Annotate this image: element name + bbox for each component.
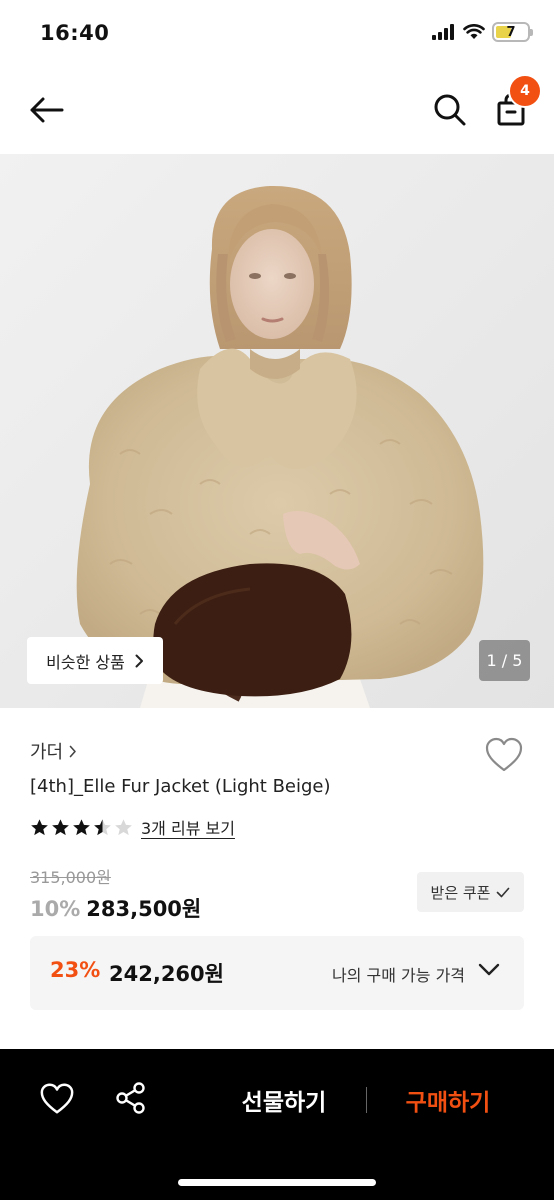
back-arrow-icon (30, 97, 64, 123)
share-button[interactable] (114, 1081, 152, 1119)
my-price-label: 나의 구매 가능 가격 (332, 966, 466, 985)
wishlist-button[interactable] (484, 736, 524, 774)
my-price-panel[interactable]: 23% 242,260원 나의 구매 가능 가격 (30, 936, 524, 1010)
product-photo (0, 154, 554, 708)
review-link[interactable]: 3개 리뷰 보기 (141, 815, 235, 839)
share-icon (116, 1082, 145, 1114)
wifi-icon (463, 24, 485, 39)
home-indicator (178, 1179, 376, 1186)
product-name: [4th]_Elle Fur Jacket (Light Beige) (30, 776, 331, 797)
check-icon (497, 887, 510, 897)
bottom-divider (366, 1087, 367, 1113)
search-button[interactable] (430, 90, 470, 130)
star-empty-icon (115, 818, 132, 835)
similar-products-label: 비슷한 상품 (46, 652, 125, 672)
similar-products-button[interactable]: 비슷한 상품 (27, 637, 163, 684)
my-price-discount: 23% (50, 958, 101, 982)
status-icons: 7 (432, 22, 533, 42)
top-nav (0, 66, 554, 154)
discount-rate: 10% (30, 897, 81, 921)
cart-count-badge: 4 (508, 74, 542, 108)
original-price: 315,000원 (30, 868, 111, 887)
my-price-amount: 242,260원 (109, 962, 224, 986)
star-half-icon (94, 818, 111, 835)
bottom-action-bar: 선물하기 구매하기 (0, 1049, 554, 1200)
status-bar: 16:40 7 (0, 0, 554, 66)
search-icon (434, 94, 466, 126)
coupon-label: 받은 쿠폰 (430, 883, 491, 902)
chevron-down-icon (478, 963, 500, 976)
rating-stars (30, 818, 133, 837)
battery-icon: 7 (492, 22, 533, 42)
back-button[interactable] (26, 90, 66, 130)
star-full-icon (31, 818, 48, 835)
coupon-button[interactable]: 받은 쿠폰 (417, 872, 524, 912)
product-image[interactable] (0, 154, 554, 708)
star-full-icon (73, 818, 90, 835)
bottom-wishlist-button[interactable] (38, 1081, 76, 1119)
rating-row: 3개 리뷰 보기 (30, 815, 235, 839)
sale-price: 283,500원 (86, 897, 202, 921)
heart-icon (40, 1083, 74, 1114)
brand-link[interactable]: 가더 (30, 738, 77, 764)
gift-button[interactable]: 선물하기 (222, 1079, 346, 1121)
battery-level: 7 (506, 24, 516, 40)
brand-name: 가더 (30, 742, 64, 763)
signal-icon (432, 24, 454, 40)
price-row: 10% 283,500원 (30, 893, 201, 923)
chevron-right-icon (69, 745, 76, 757)
image-counter: 1 / 5 (479, 640, 530, 681)
chevron-right-icon (135, 654, 143, 667)
buy-button[interactable]: 구매하기 (386, 1079, 510, 1121)
heart-icon (485, 737, 523, 772)
star-full-icon (52, 818, 69, 835)
status-time: 16:40 (40, 21, 110, 45)
